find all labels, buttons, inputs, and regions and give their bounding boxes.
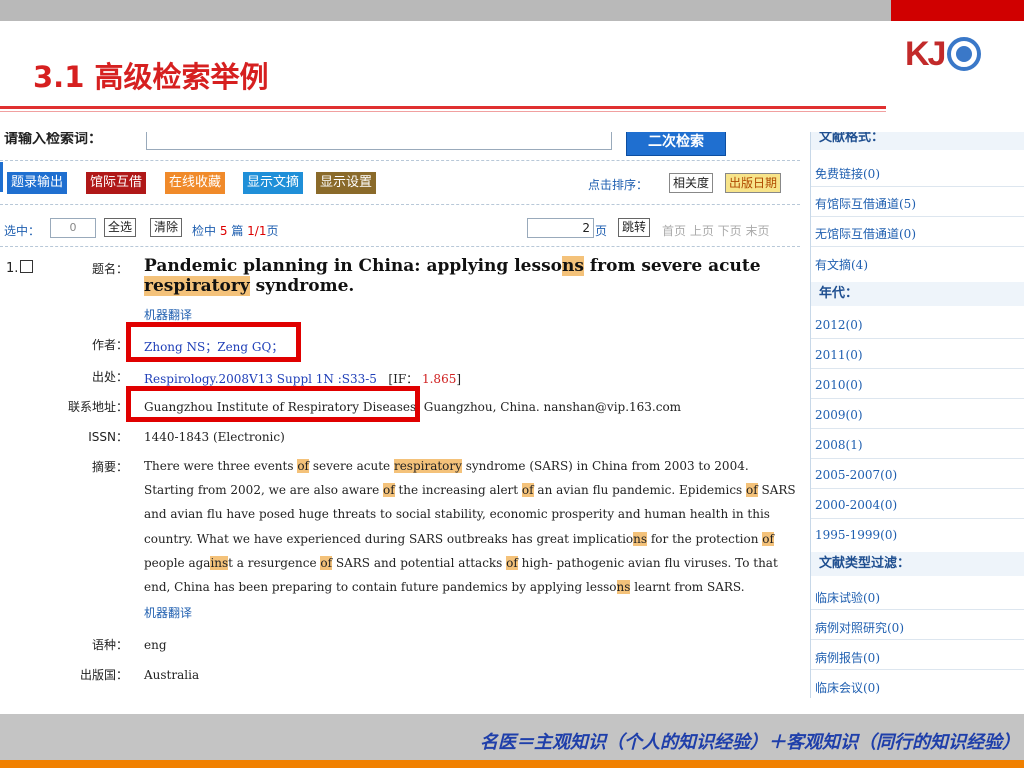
label-address: 联系地址：: [67, 400, 128, 414]
divider: [0, 204, 800, 205]
kj-logo: KJ: [905, 32, 982, 76]
filter-has-ill[interactable]: 有馆际互借通道(5): [815, 195, 1024, 212]
machine-translate-link-2[interactable]: 机器翻译: [144, 604, 192, 621]
title-underline: [0, 106, 886, 109]
label-source: 出处：: [91, 370, 128, 384]
filter-sidebar: 文献格式： 免费链接(0) 有馆际互借通道(5) 无馆际互借通道(0) 有文摘(…: [810, 132, 1024, 698]
divider: [0, 160, 800, 161]
search-label: 请输入检索词：: [4, 132, 102, 147]
footer-caption: 名医＝主观知识（个人的知识经验）＋客观知识（同行的知识经验）: [480, 732, 1020, 753]
sort-label: 点击排序：: [588, 178, 649, 192]
author-highlight-box: [126, 322, 301, 362]
sort-date-button[interactable]: 出版日期: [725, 173, 782, 193]
format-filter-heading: 文献格式：: [811, 132, 1024, 150]
results-main: 请输入检索词： 二次检索 题录输出 馆际互借 在线收藏 显示文摘 显示设置 点击…: [0, 132, 806, 698]
source-info[interactable]: Respirology.2008V13 Suppl 1N :S33-5 [IF：…: [144, 370, 461, 387]
selection-row: 选中： 0 全选 清除 检中 5 篇 1/1页 2 页 跳转 首页 上页 下页 …: [0, 216, 800, 240]
search-input[interactable]: [146, 132, 612, 150]
issn-value: 1440-1843 (Electronic): [144, 430, 285, 444]
filter-has-abstract[interactable]: 有文摘(4): [815, 256, 1024, 273]
filter-free-link[interactable]: 免费链接(0): [815, 165, 1024, 182]
label-country: 出版国：: [79, 668, 128, 682]
selected-label: 选中：: [4, 224, 41, 238]
interlibrary-loan-button[interactable]: 馆际互借: [86, 172, 147, 194]
filter-year-2012[interactable]: 2012(0): [815, 318, 1024, 332]
sort-relevance-button[interactable]: 相关度: [669, 173, 714, 193]
filter-case-report[interactable]: 病例报告(0): [815, 649, 1024, 666]
pager-links[interactable]: 首页 上页 下页 末页: [662, 222, 769, 239]
language-value: eng: [144, 638, 167, 652]
filter-year-2011[interactable]: 2011(0): [815, 348, 1024, 362]
export-records-button[interactable]: 题录输出: [7, 172, 68, 194]
clear-button[interactable]: 清除: [150, 218, 183, 237]
machine-translate-link[interactable]: 机器翻译: [144, 306, 192, 323]
filter-clinical-trial[interactable]: 临床试验(0): [815, 589, 1024, 606]
year-filter-heading: 年代：: [811, 282, 1024, 306]
divider: [0, 246, 800, 247]
filter-year-1995-1999[interactable]: 1995-1999(0): [815, 528, 1024, 542]
hit-count: 检中 5 篇 1/1页: [192, 224, 279, 238]
logo-circle-icon: [947, 37, 982, 71]
top-bar: [0, 0, 1024, 21]
page-number-input[interactable]: 2: [527, 218, 594, 238]
result-toolbar: 题录输出 馆际互借 在线收藏 显示文摘 显示设置 点击排序： 相关度 出版日期: [0, 162, 800, 198]
screenshot-panel: 请输入检索词： 二次检索 题录输出 馆际互借 在线收藏 显示文摘 显示设置 点击…: [0, 132, 1024, 698]
show-abstract-button[interactable]: 显示文摘: [243, 172, 304, 194]
top-bar-accent: [891, 0, 1024, 21]
title-underline-thin: [0, 111, 886, 112]
select-all-button[interactable]: 全选: [104, 218, 137, 237]
record-index: 1.: [6, 260, 34, 276]
search-row: 请输入检索词： 二次检索: [0, 132, 806, 158]
record-checkbox[interactable]: [20, 260, 34, 273]
label-author: 作者：: [91, 338, 128, 352]
record-title[interactable]: Pandemic planning in China: applying les…: [144, 256, 784, 296]
filter-no-ill[interactable]: 无馆际互借通道(0): [815, 225, 1024, 242]
filter-year-2005-2007[interactable]: 2005-2007(0): [815, 468, 1024, 482]
country-value: Australia: [144, 668, 200, 682]
toolbar-accent: [0, 162, 3, 192]
address-highlight-box: [126, 386, 420, 422]
label-issn: ISSN：: [88, 430, 128, 444]
secondary-search-button[interactable]: 二次检索: [626, 132, 726, 156]
page-unit: 页: [595, 224, 608, 238]
selected-count-input[interactable]: 0: [50, 218, 96, 238]
filter-clinical-conference[interactable]: 临床会议(0): [815, 679, 1024, 696]
filter-year-2010[interactable]: 2010(0): [815, 378, 1024, 392]
type-filter-heading: 文献类型过滤：: [811, 552, 1024, 576]
label-language: 语种：: [91, 638, 128, 652]
abstract-text: There were three events of severe acute …: [144, 459, 796, 595]
label-title: 题名：: [91, 262, 128, 276]
jump-button[interactable]: 跳转: [618, 218, 651, 237]
filter-year-2000-2004[interactable]: 2000-2004(0): [815, 498, 1024, 512]
footer-accent: [0, 760, 1024, 768]
label-abstract: 摘要：: [91, 460, 128, 474]
filter-year-2009[interactable]: 2009(0): [815, 408, 1024, 422]
slide-title: 3.1 高级检索举例: [33, 60, 269, 94]
filter-case-control[interactable]: 病例对照研究(0): [815, 619, 1024, 636]
logo-text: KJ: [905, 34, 946, 73]
online-collect-button[interactable]: 在线收藏: [165, 172, 226, 194]
display-settings-button[interactable]: 显示设置: [316, 172, 377, 194]
filter-year-2008[interactable]: 2008(1): [815, 438, 1024, 452]
